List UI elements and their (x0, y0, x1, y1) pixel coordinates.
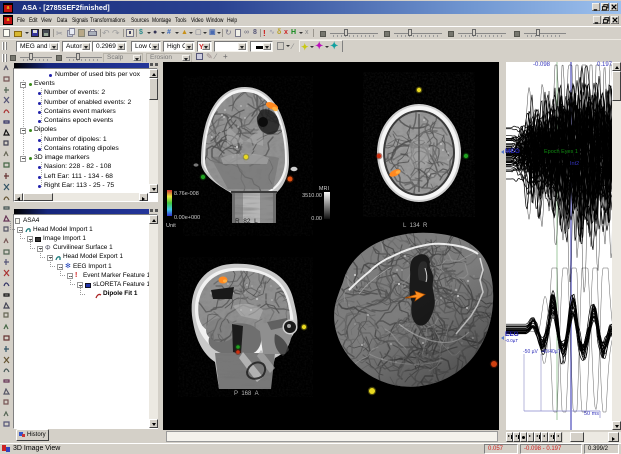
svg-text:P 168 A: P 168 A (234, 391, 259, 397)
svg-text:0.00: 0.00 (311, 216, 322, 222)
svg-text:L 134 R: L 134 R (403, 223, 428, 229)
svg-text:R 82 L: R 82 L (235, 218, 258, 225)
svg-text:0.00e+000: 0.00e+000 (174, 215, 200, 221)
svg-text:Unit: Unit (166, 223, 176, 229)
svg-text:MRI: MRI (319, 186, 330, 192)
svg-text:3510.00: 3510.00 (302, 193, 322, 199)
svg-text:8.76e-008: 8.76e-008 (174, 191, 199, 197)
